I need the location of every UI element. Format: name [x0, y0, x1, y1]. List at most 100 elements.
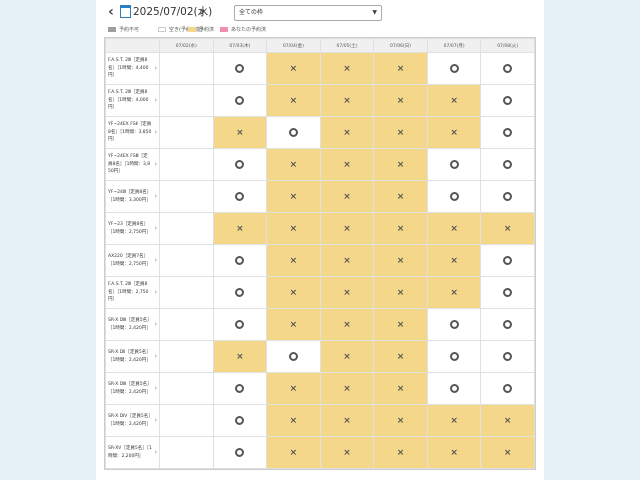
slot-available[interactable] [212, 308, 268, 341]
circle-icon [503, 255, 513, 265]
date-header: 07/05(土) [319, 38, 375, 53]
grid-body: F.A.S.T. 2Ⅲ［定員8名］［1時間：4,400円］ › × × × F.A.S.T… [105, 52, 535, 469]
slot-available[interactable] [480, 148, 535, 181]
resource-row: YF~24Ⅲ［定員8名］［1時間：3,300円］ › × × × [105, 180, 535, 213]
resource-label: SR-X DⅣ［定員5名］［1時間：2,420円］ [108, 414, 151, 427]
resource-name[interactable]: SR-X DⅢ［定員5名］［1時間：2,420円］ › [105, 308, 160, 341]
cross-icon: × [396, 383, 405, 394]
slot-filter-value: 全ての枠 [239, 9, 264, 16]
slot-booked: × [266, 84, 321, 117]
slot-booked: × [319, 212, 375, 245]
resource-label: YF~24EX FSⅢ［定員8名］［1時間：3,850円］ [108, 154, 151, 175]
circle-icon [503, 95, 513, 105]
resource-name[interactable]: F.A.S.T. 2Ⅲ［定員8名］［1時間：4,400円］ › [105, 52, 160, 85]
slot-booked: × [426, 404, 482, 437]
cross-icon: × [289, 319, 298, 330]
slot-available[interactable] [480, 52, 535, 85]
resource-name[interactable]: AX220［定員7名］［1時間：2,750円］ › [105, 244, 160, 277]
slot-available[interactable] [266, 340, 321, 373]
resource-name[interactable]: F.A.S.T. 2Ⅲ［定員8名］［1時間：2,750円］ › [105, 276, 160, 309]
circle-icon [235, 383, 245, 393]
cross-icon: × [343, 223, 351, 234]
slot-available[interactable] [212, 180, 268, 213]
next-day-button[interactable]: › [195, 4, 209, 20]
slot-available[interactable] [426, 340, 482, 373]
slot-available[interactable] [212, 244, 268, 277]
slot-available[interactable] [426, 148, 482, 181]
slot-available[interactable] [480, 244, 535, 277]
resource-name[interactable]: SR-XV［定員5名］［1時間：2,200円］ › [105, 436, 160, 469]
resource-label: SR-X DⅡ［定員5名］［1時間：2,420円］ [108, 350, 151, 363]
resource-name[interactable]: SR-X DⅢ［定員5名］［1時間：2,420円］ › [105, 372, 160, 405]
slot-available[interactable] [212, 436, 268, 469]
slot-available[interactable] [480, 372, 535, 405]
circle-icon [288, 127, 298, 137]
circle-icon [449, 63, 459, 73]
circle-icon [235, 287, 245, 297]
cross-icon: × [503, 415, 512, 426]
chevron-right-icon: › [154, 224, 157, 232]
cross-icon: × [236, 127, 244, 138]
date-header: 07/03(木) [212, 38, 268, 53]
circle-icon [449, 159, 459, 169]
slot-available[interactable] [212, 52, 268, 85]
slot-empty [159, 148, 214, 181]
resource-name[interactable]: F.A.S.T. 2Ⅲ［定員8名］［1時間：4,000円］ › [105, 84, 160, 117]
calendar-icon[interactable] [120, 5, 131, 18]
slot-booked: × [266, 436, 321, 469]
slot-available[interactable] [426, 372, 482, 405]
circle-icon [503, 351, 513, 361]
slot-available[interactable] [480, 84, 535, 117]
chevron-right-icon: › [154, 128, 157, 136]
slot-available[interactable] [480, 308, 535, 341]
resource-name[interactable]: YF~24Ⅲ［定員8名］［1時間：3,300円］ › [105, 180, 160, 213]
resource-name[interactable]: SR-X DⅣ［定員5名］［1時間：2,420円］ › [105, 404, 160, 437]
cross-icon: × [289, 447, 298, 458]
cross-icon: × [343, 351, 351, 362]
chevron-right-icon: › [154, 320, 157, 328]
slot-available[interactable] [480, 340, 535, 373]
slot-empty [159, 52, 214, 85]
cross-icon: × [503, 447, 512, 458]
slot-booked: × [373, 212, 428, 245]
slot-empty [159, 436, 214, 469]
slot-booked: × [373, 244, 428, 277]
resource-name[interactable]: SR-X DⅡ［定員5名］［1時間：2,420円］ › [105, 340, 160, 373]
slot-available[interactable] [212, 148, 268, 181]
slot-booked: × [266, 372, 321, 405]
resource-label: F.A.S.T. 2Ⅲ［定員8名］［1時間：4,400円］ [108, 58, 149, 79]
chevron-right-icon: › [154, 160, 157, 168]
resource-label: SR-X DⅢ［定員5名］［1時間：2,420円］ [108, 318, 152, 331]
resource-row: SR-X DⅢ［定員5名］［1時間：2,420円］ › × × × [105, 308, 535, 341]
prev-day-button[interactable]: ‹ [104, 4, 118, 20]
slot-available[interactable] [480, 116, 535, 149]
legend-item-my-booking: あなたの予約済 [220, 25, 266, 35]
slot-booked: × [319, 340, 375, 373]
slot-booked: × [480, 436, 535, 469]
slot-booked: × [426, 84, 482, 117]
slot-available[interactable] [426, 308, 482, 341]
slot-available[interactable] [480, 180, 535, 213]
slot-available[interactable] [212, 404, 268, 437]
chevron-right-icon: › [154, 448, 157, 456]
slot-available[interactable] [426, 180, 482, 213]
slot-available[interactable] [212, 372, 268, 405]
resource-name[interactable]: YF~24EX FSⅡ［定員8名］［1時間：3,850円］ › [105, 116, 160, 149]
cross-icon: × [289, 255, 298, 266]
slot-booked: × [266, 404, 321, 437]
slot-available[interactable] [212, 84, 268, 117]
cross-icon: × [396, 255, 405, 266]
cross-icon: × [396, 415, 405, 426]
slot-available[interactable] [426, 52, 482, 85]
slot-available[interactable] [266, 116, 321, 149]
slot-available[interactable] [480, 276, 535, 309]
slot-filter-select[interactable]: 全ての枠 ▼ [234, 5, 382, 21]
slot-available[interactable] [212, 276, 268, 309]
cross-icon: × [396, 287, 405, 298]
resource-name[interactable]: YF~23［定員8名］［1時間：2,750円］ › [105, 212, 160, 245]
slot-booked: × [266, 52, 321, 85]
resource-name[interactable]: YF~24EX FSⅢ［定員8名］［1時間：3,850円］ › [105, 148, 160, 181]
resource-label: F.A.S.T. 2Ⅲ［定員8名］［1時間：4,000円］ [108, 90, 149, 111]
slot-empty [159, 212, 214, 245]
cross-icon: × [396, 351, 405, 362]
